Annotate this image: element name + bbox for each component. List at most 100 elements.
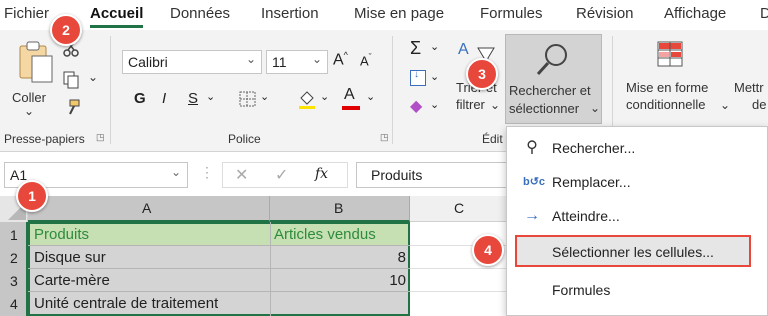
tab-page-layout[interactable]: Mise en page (354, 5, 444, 22)
dialog-launcher-icon[interactable]: ◳ (96, 132, 105, 143)
font-name-select[interactable]: Calibri ⌄ (122, 50, 262, 74)
menu-item-replace[interactable]: b↺c Remplacer... (507, 165, 768, 199)
cell-a4[interactable]: Unité centrale de traitement (34, 292, 218, 315)
menu-item-find[interactable]: ⚲ Rechercher... (507, 131, 768, 165)
sort-filter-label-2: filtrer (456, 97, 485, 112)
row-header-4[interactable]: 4 (10, 293, 18, 316)
fill-icon[interactable]: ↓ (410, 69, 426, 86)
column-header-c[interactable]: C (410, 196, 510, 222)
cancel-icon[interactable]: ✕ (235, 165, 248, 185)
menu-item-select-cells[interactable]: Sélectionner les cellules... (515, 235, 751, 267)
editing-group-label: Édit (482, 132, 503, 146)
step-badge-1: 1 (16, 180, 48, 212)
cell-b1[interactable]: Articles vendus (274, 223, 376, 246)
menu-item-goto[interactable]: → Atteindre... (507, 199, 768, 233)
insert-function-icon[interactable]: fx (315, 166, 328, 182)
replace-icon: b↺c (523, 176, 546, 188)
row-header-3[interactable]: 3 (10, 270, 18, 293)
tab-overflow[interactable]: D (760, 5, 768, 22)
chevron-down-icon[interactable]: ⌄ (430, 70, 439, 83)
step-badge-2: 2 (50, 14, 82, 46)
cell-a1[interactable]: Produits (34, 223, 89, 246)
chevron-down-icon[interactable]: ⌄ (88, 70, 98, 84)
dialog-launcher-icon[interactable]: ◳ (380, 132, 389, 143)
step-badge-3: 3 (466, 58, 498, 90)
chevron-down-icon[interactable]: ⌄ (430, 98, 439, 111)
formula-input[interactable]: Produits (356, 162, 516, 188)
fill-color-icon[interactable] (296, 88, 318, 110)
chevron-down-icon[interactable]: ⌄ (320, 90, 329, 103)
underline-button[interactable]: S (188, 90, 198, 107)
more-dots-icon: ⋮ (200, 164, 214, 180)
menu-item-select-cells-label: Sélectionner les cellules... (552, 244, 714, 260)
step-badge-4: 4 (472, 234, 504, 266)
find-select-menu: ⚲ Rechercher... b↺c Remplacer... → Attei… (506, 126, 768, 316)
menu-item-formulas-label: Formules (552, 282, 611, 298)
conditional-formatting-icon[interactable] (656, 40, 684, 68)
paste-button[interactable]: Coller ⌄ (10, 38, 60, 120)
magnifier-icon (536, 44, 567, 76)
tab-view[interactable]: Affichage (664, 5, 726, 22)
chevron-down-icon: ⌄ (490, 98, 501, 112)
copy-icon[interactable] (62, 70, 84, 90)
cell-a2[interactable]: Disque sur (34, 246, 106, 269)
column-header-c-label: C (454, 200, 465, 216)
menu-item-goto-label: Atteindre... (552, 208, 620, 224)
chevron-down-icon[interactable]: ⌄ (260, 90, 269, 103)
format-painter-icon[interactable] (62, 98, 82, 118)
font-group-label: Police (228, 132, 261, 146)
row-header-1[interactable]: 1 (10, 224, 18, 247)
clipboard-group-label: Presse-papiers (4, 132, 85, 146)
font-size-value: 11 (272, 54, 287, 70)
svg-text:A: A (458, 41, 469, 58)
clipboard-icon (19, 41, 53, 83)
search-icon: ⚲ (526, 139, 538, 156)
menu-item-formulas[interactable]: Formules (507, 273, 768, 307)
confirm-icon[interactable]: ✓ (275, 165, 288, 185)
find-select-label-2: sélectionner (509, 101, 580, 116)
tab-home[interactable]: Accueil (90, 5, 144, 28)
tab-data[interactable]: Données (170, 5, 230, 22)
font-name-value: Calibri (128, 54, 168, 70)
formula-buttons: ✕ ✓ fx (222, 162, 348, 188)
tab-file[interactable]: Fichier (4, 5, 49, 22)
tab-review[interactable]: Révision (576, 5, 634, 22)
column-header-a[interactable]: A (28, 196, 270, 222)
chevron-down-icon: ⌄ (245, 52, 256, 66)
chevron-down-icon: ⌄ (590, 101, 601, 115)
format-table-label-2: de (752, 97, 767, 112)
chevron-down-icon: ⌄ (170, 165, 181, 179)
font-size-select[interactable]: 11 ⌄ (266, 50, 328, 74)
decrease-font-icon[interactable]: Aˇ (360, 52, 372, 68)
bold-button[interactable]: G (134, 90, 146, 107)
chevron-down-icon[interactable]: ⌄ (206, 90, 215, 103)
column-header-b-label: B (334, 200, 344, 216)
font-color-icon[interactable]: A (340, 86, 362, 112)
cell-b3[interactable]: 10 (274, 269, 406, 292)
chevron-down-icon[interactable]: ⌄ (366, 90, 375, 103)
paste-label: Coller (12, 90, 46, 105)
italic-button[interactable]: I (162, 90, 166, 107)
chevron-down-icon: ⌄ (24, 104, 35, 118)
ribbon-tabs: Fichier Accueil Données Insertion Mise e… (0, 0, 768, 30)
cell-a3[interactable]: Carte-mère (34, 269, 110, 292)
arrow-right-icon: → (524, 207, 540, 224)
menu-item-replace-label: Remplacer... (552, 174, 631, 190)
row-header-2[interactable]: 2 (10, 247, 18, 270)
cond-format-label-1: Mise en forme (626, 80, 709, 95)
autosum-icon[interactable]: Σ (410, 38, 421, 59)
menu-item-find-label: Rechercher... (552, 140, 636, 156)
chevron-down-icon[interactable]: ⌄ (430, 40, 439, 53)
cell-b2[interactable]: 8 (274, 246, 406, 269)
increase-font-icon[interactable]: A^ (333, 50, 348, 69)
column-header-a-label: A (142, 200, 152, 216)
tab-insert[interactable]: Insertion (261, 5, 319, 22)
clear-icon[interactable]: ◆ (410, 96, 422, 116)
find-select-button[interactable]: Rechercher et sélectionner ⌄ (505, 34, 602, 124)
find-select-label-1: Rechercher et (509, 83, 591, 98)
tab-formulas[interactable]: Formules (480, 5, 543, 22)
format-table-label-1: Mettr (734, 80, 764, 95)
borders-icon[interactable] (238, 90, 258, 108)
cond-format-label-2: conditionnelle (626, 97, 706, 112)
column-header-b[interactable]: B (270, 196, 410, 222)
